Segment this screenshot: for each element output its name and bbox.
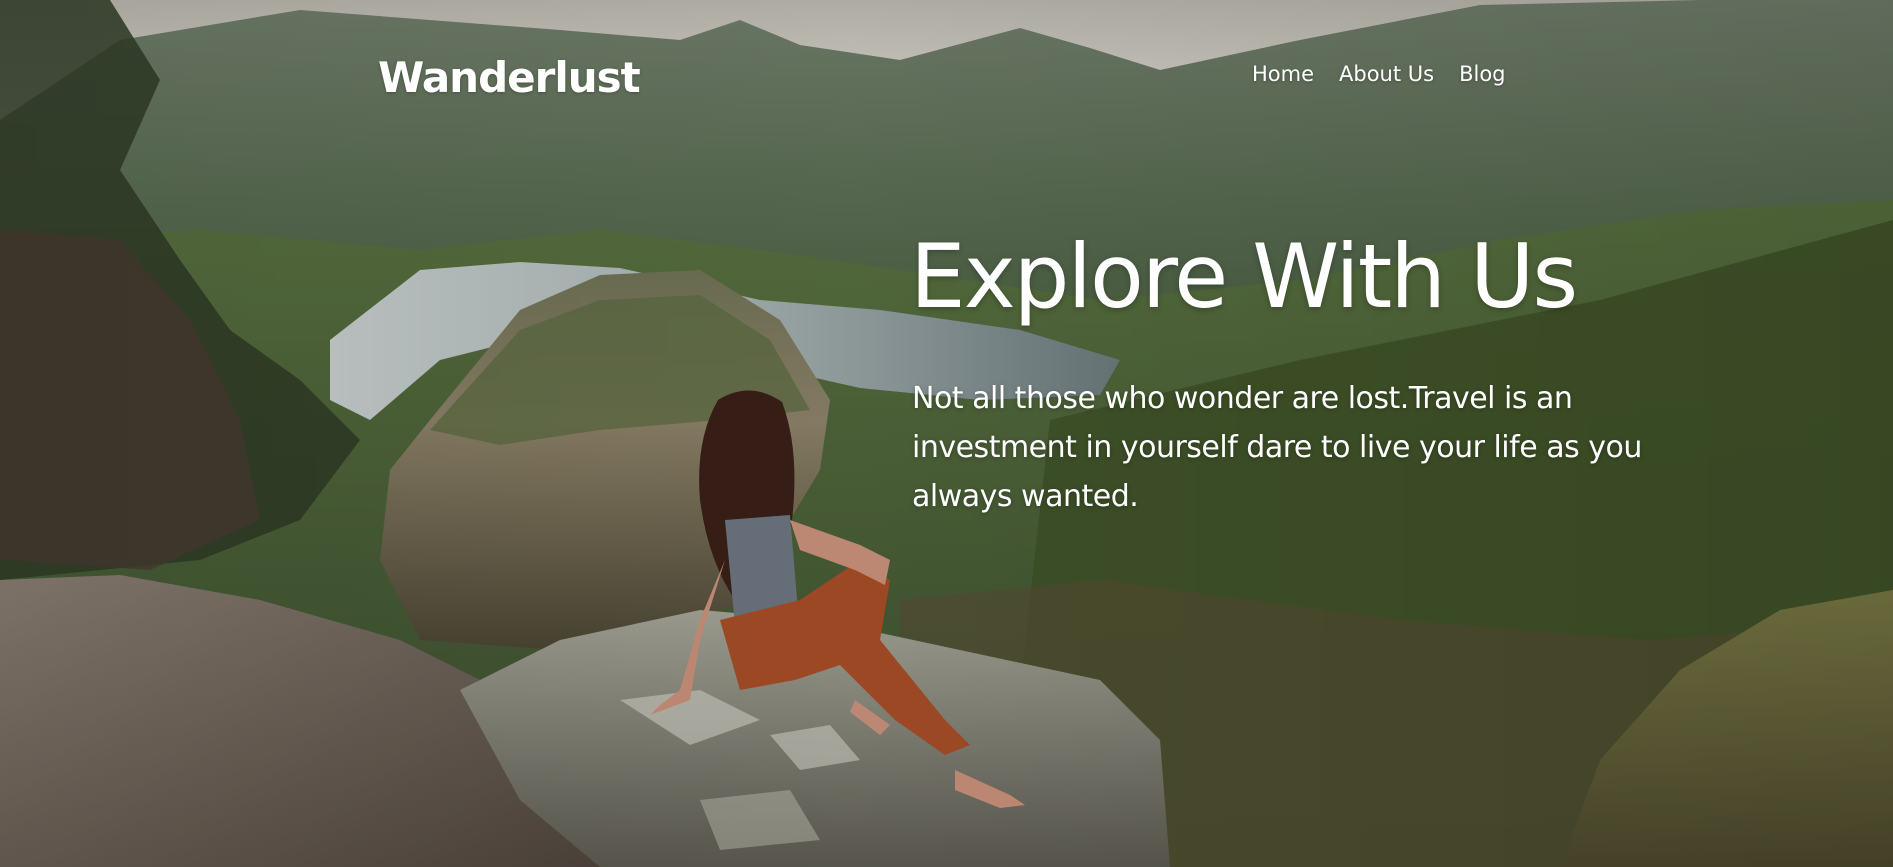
- hero-section: Wanderlust Home About Us Blog Explore Wi…: [0, 0, 1893, 867]
- nav-link-about-us[interactable]: About Us: [1339, 62, 1434, 86]
- main-nav: Home About Us Blog: [1252, 62, 1506, 86]
- top-navbar: Wanderlust Home About Us Blog: [0, 0, 1893, 150]
- hero-tagline: Not all those who wonder are lost.Travel…: [912, 381, 1642, 514]
- nav-link-home[interactable]: Home: [1252, 62, 1314, 86]
- hero-headline: Explore With Us: [910, 225, 1578, 328]
- nav-link-blog[interactable]: Blog: [1459, 62, 1505, 86]
- brand-logo[interactable]: Wanderlust: [378, 53, 641, 102]
